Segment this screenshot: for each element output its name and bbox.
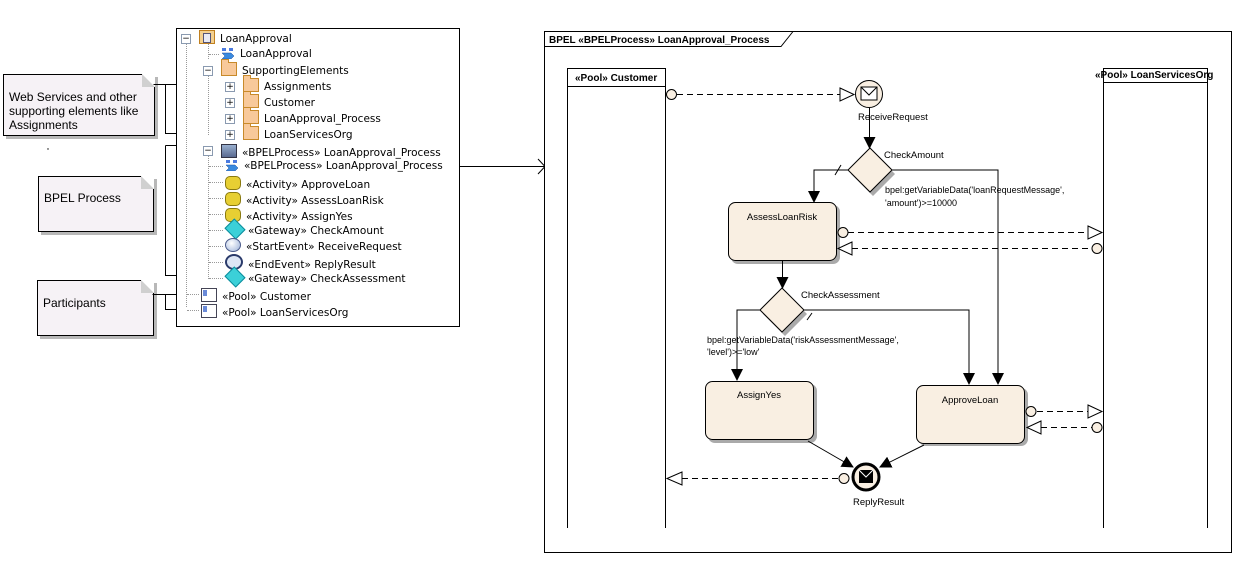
diagram-frame: [544, 31, 1232, 553]
gateway-check-assessment-label: CheckAssessment: [801, 290, 880, 301]
pool-customer-label: «Pool» Customer: [575, 73, 657, 84]
start-event-receive-request[interactable]: [855, 80, 883, 108]
activity-assign-label: AssignYes: [737, 390, 781, 401]
condition-level-line2: 'level')>='low': [707, 347, 760, 357]
condition-amount-line2: 'amount')>=10000: [885, 198, 957, 208]
frame-title: BPEL «BPELProcess» LoanApproval_Process: [549, 35, 770, 46]
bpel-diagram[interactable]: BPEL «BPELProcess» LoanApproval_Process …: [0, 0, 1244, 562]
end-event-reply-result[interactable]: [851, 462, 881, 492]
condition-level-line1: bpel:getVariableData('riskAssessmentMess…: [707, 335, 899, 345]
pool-services-label: «Pool» LoanServicesOrg: [1095, 70, 1213, 81]
gateway-check-amount-label: CheckAmount: [884, 150, 944, 161]
activity-assess-label: AssessLoanRisk: [747, 212, 817, 223]
start-event-label: ReceiveRequest: [858, 112, 928, 123]
end-event-label: ReplyResult: [853, 497, 905, 508]
activity-approve-label: ApproveLoan: [942, 395, 999, 406]
condition-amount-line1: bpel:getVariableData('loanRequestMessage…: [885, 185, 1064, 195]
